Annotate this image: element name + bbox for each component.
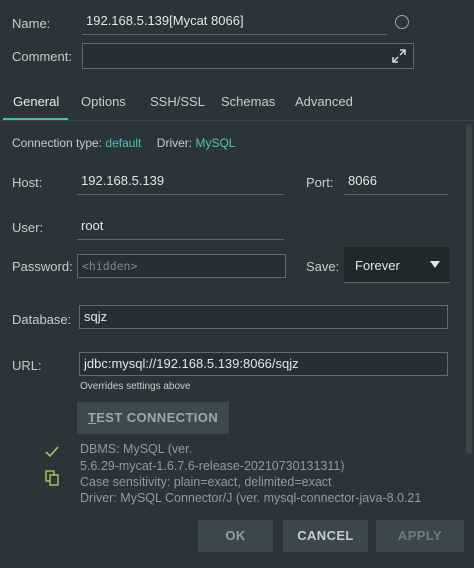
check-icon (45, 446, 59, 461)
test-connection-mnemonic: T (87, 410, 97, 425)
tab-ssh-ssl[interactable]: SSH/SSL (150, 94, 205, 109)
tab-schemas[interactable]: Schemas (221, 94, 275, 109)
comment-label: Comment: (12, 49, 72, 64)
database-label: Database: (12, 312, 72, 327)
password-input[interactable]: <hidden> (77, 254, 286, 278)
info-case-sensitivity: Case sensitivity: plain=exact, delimited… (80, 475, 332, 489)
tab-general[interactable]: General (13, 94, 59, 109)
port-input[interactable]: 8066 (344, 168, 448, 195)
apply-button[interactable]: APPLY (376, 520, 464, 552)
tab-active-indicator (3, 118, 68, 120)
comment-input[interactable] (82, 43, 414, 69)
copy-icon[interactable] (45, 470, 59, 489)
ok-button[interactable]: OK (198, 520, 273, 552)
save-dropdown[interactable]: Forever (344, 247, 450, 283)
color-circle-icon[interactable] (395, 15, 409, 29)
driver-label: Driver: (156, 136, 193, 150)
info-driver: Driver: MySQL Connector/J (ver. mysql-co… (80, 491, 422, 505)
url-input[interactable]: jdbc:mysql://192.168.5.139:8066/sqjz (79, 352, 448, 376)
tab-divider (0, 120, 474, 121)
host-label: Host: (12, 175, 43, 190)
host-input[interactable]: 192.168.5.139 (77, 168, 284, 195)
test-connection-label: EST CONNECTION (96, 410, 219, 425)
connection-type-label: Connection type: (12, 136, 103, 150)
url-hint: Overrides settings above (80, 381, 191, 392)
connection-type-link[interactable]: default (105, 136, 141, 150)
info-dbms-version: 5.6.29-mycat-1.6.7.6-release-20210730131… (80, 459, 345, 473)
port-label: Port: (306, 175, 334, 190)
chevron-down-icon (430, 261, 440, 268)
name-label: Name: (12, 16, 51, 31)
tab-advanced[interactable]: Advanced (295, 94, 353, 109)
tab-options[interactable]: Options (81, 94, 126, 109)
name-input[interactable]: 192.168.5.139[Mycat 8066] (82, 8, 387, 35)
expand-icon[interactable] (392, 49, 406, 63)
user-label: User: (12, 220, 44, 235)
test-connection-button[interactable]: TEST CONNECTION (77, 402, 229, 434)
url-label: URL: (12, 358, 42, 373)
driver-link[interactable]: MySQL (195, 136, 235, 150)
vertical-scrollbar[interactable] (466, 124, 472, 454)
database-input[interactable]: sqjz (79, 305, 448, 329)
save-dropdown-value: Forever (355, 258, 400, 273)
cancel-button[interactable]: CANCEL (283, 520, 368, 552)
user-input[interactable]: root (77, 213, 284, 240)
save-label: Save: (306, 259, 340, 274)
password-label: Password: (12, 259, 73, 274)
connection-type-row: Connection type: default Driver: MySQL (12, 136, 235, 150)
info-dbms: DBMS: MySQL (ver. (80, 442, 193, 456)
